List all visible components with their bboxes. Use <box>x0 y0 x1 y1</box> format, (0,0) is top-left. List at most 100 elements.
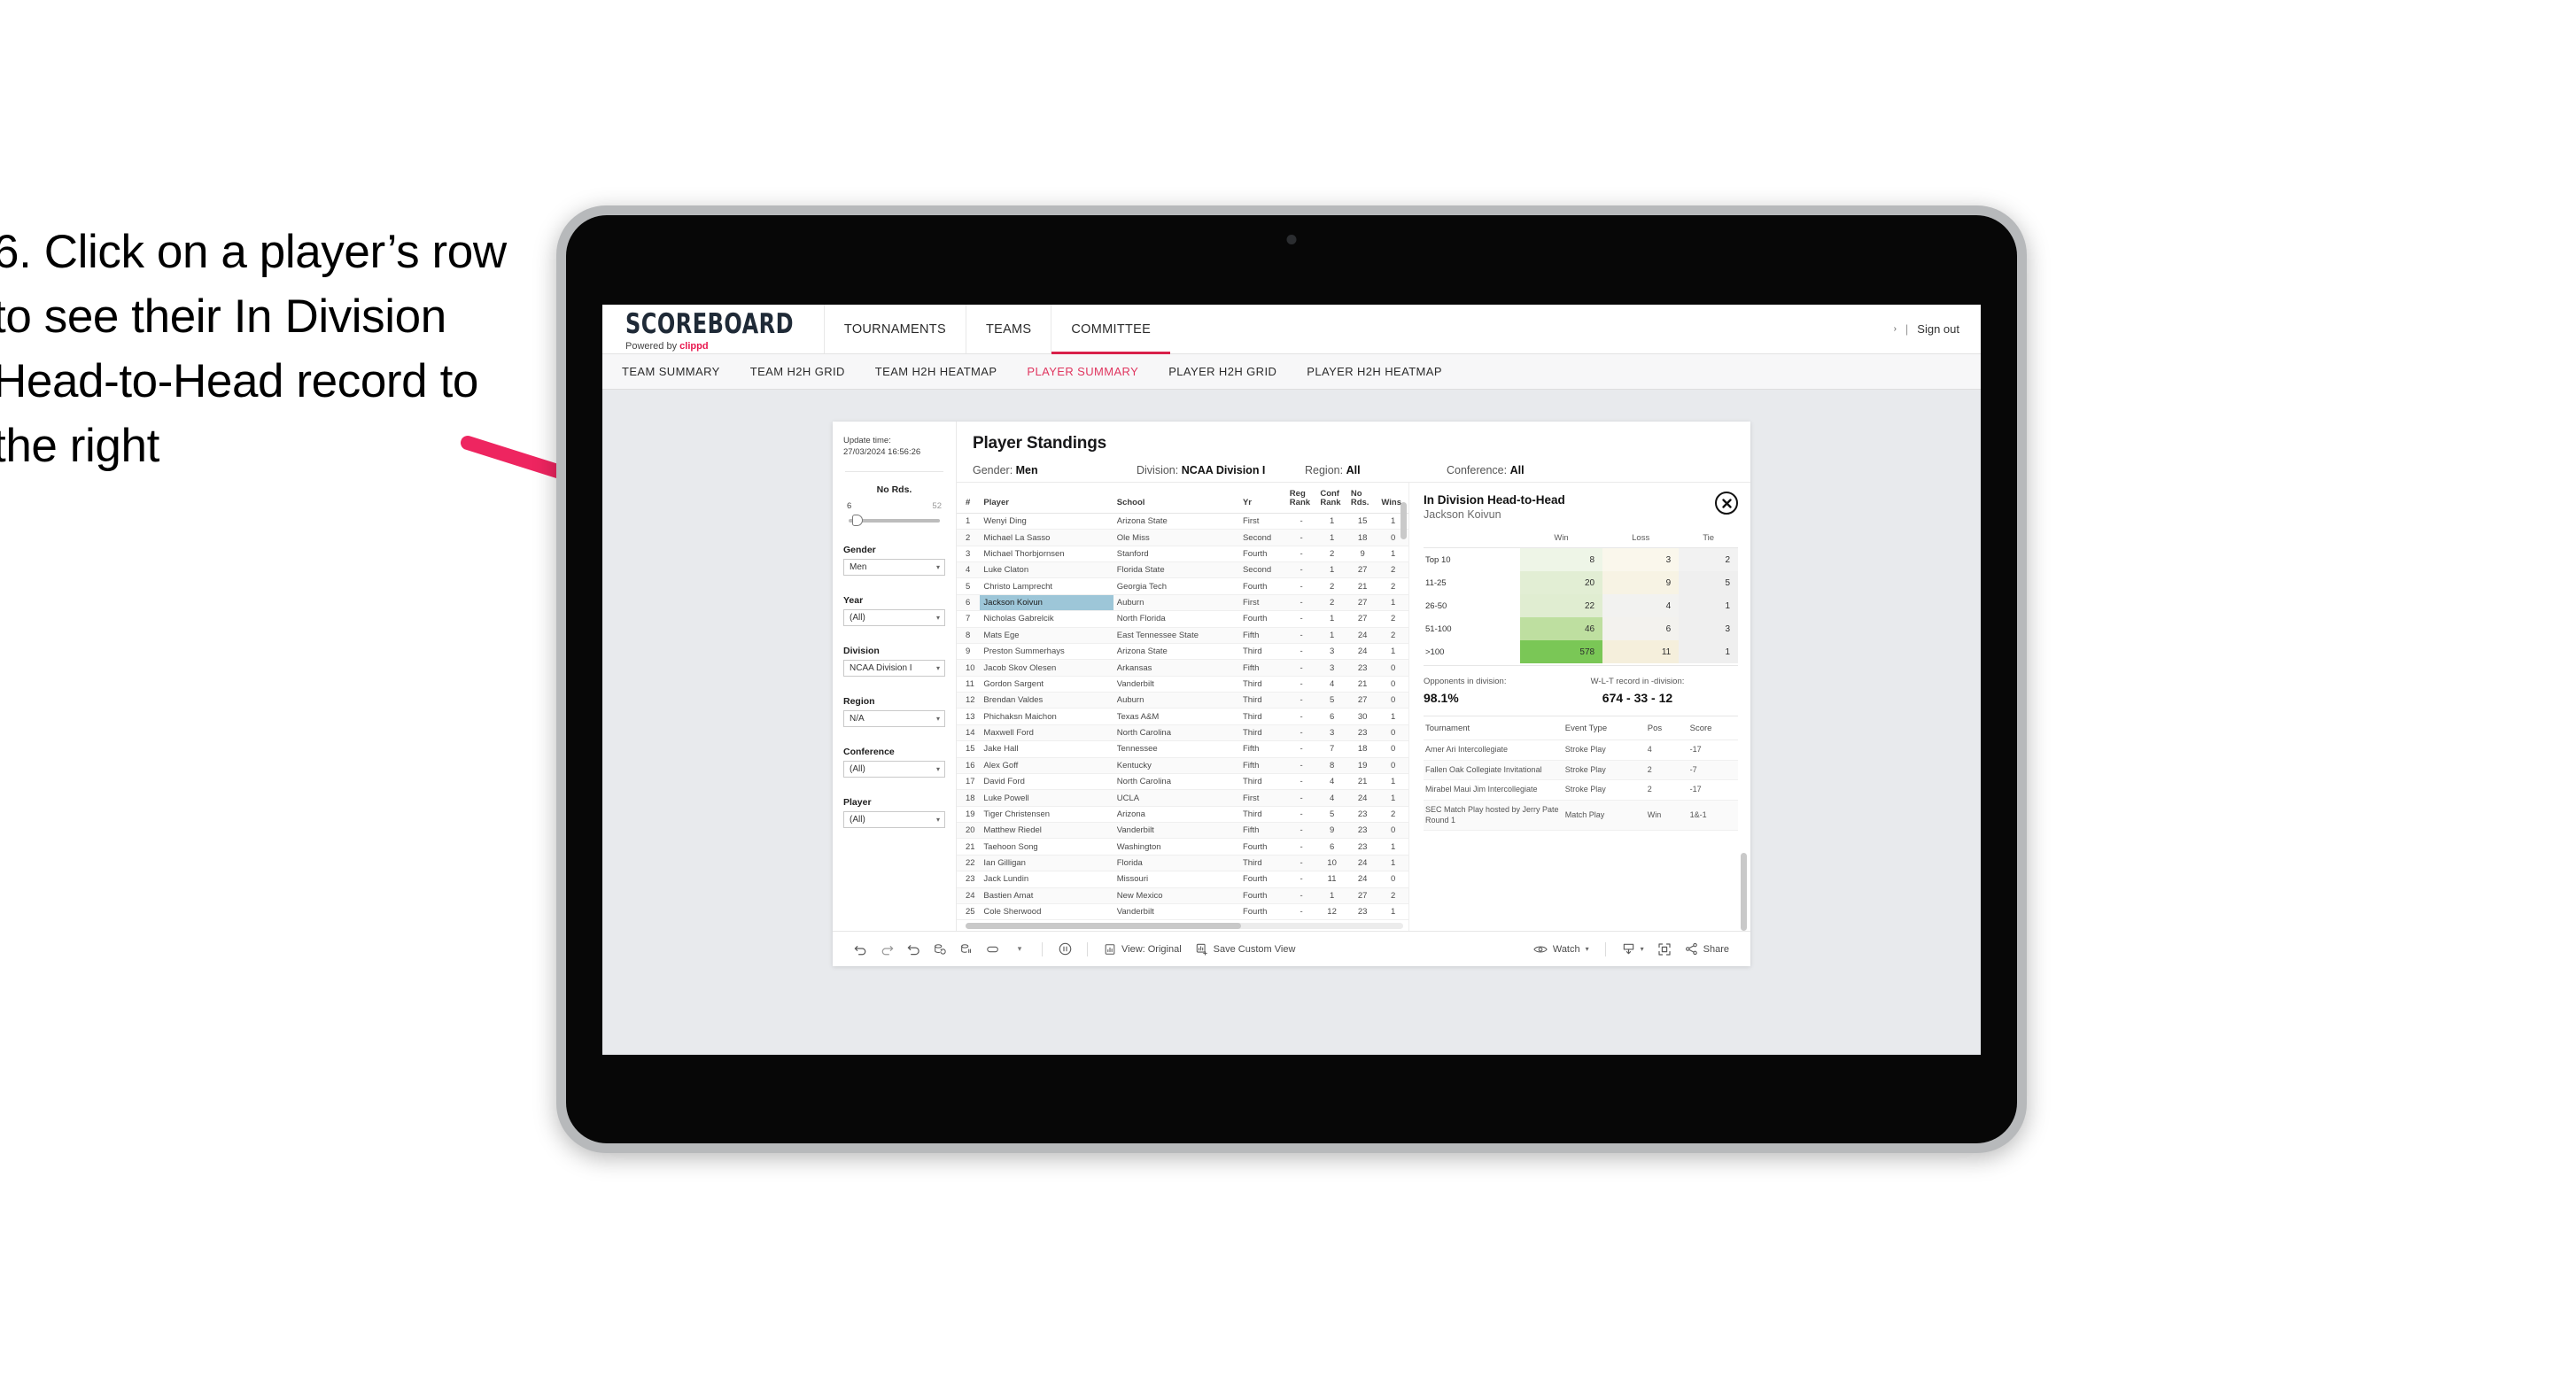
opponents-stat: Opponents in division: 98.1% <box>1424 677 1537 705</box>
table-row[interactable]: 24 Bastien Amat New Mexico Fourth -1 27 2 <box>957 887 1408 904</box>
pause-data-icon[interactable] <box>953 938 980 961</box>
cell-conf-rank: 2 <box>1316 577 1347 595</box>
table-row[interactable]: 13 Phichaksn Maichon Texas A&M Third -6 30 1 <box>957 708 1408 725</box>
table-row[interactable]: 10 Jacob Skov Olesen Arkansas Fifth -3 23 0 <box>957 659 1408 677</box>
redo-icon[interactable] <box>873 938 900 961</box>
table-row[interactable]: 15 Jake Hall Tennessee Fifth -7 18 0 <box>957 740 1408 758</box>
refresh-data-icon[interactable] <box>927 938 953 961</box>
cell-reg-rank: - <box>1285 692 1317 709</box>
filter-conference-select[interactable]: (All) ▾ <box>843 760 945 778</box>
cell-school: Georgia Tech <box>1113 577 1239 595</box>
filter-division-select[interactable]: NCAA Division I ▾ <box>843 659 945 677</box>
caret-glyph: ▾ <box>1017 944 1022 954</box>
table-row[interactable]: 12 Brendan Valdes Auburn Third -5 27 0 <box>957 692 1408 709</box>
subtab-team-h2h-grid[interactable]: TEAM H2H GRID <box>750 365 845 378</box>
watch-button[interactable]: Watch ▾ <box>1526 944 1596 955</box>
revert-icon[interactable] <box>900 938 927 961</box>
table-row[interactable]: 11 Gordon Sargent Vanderbilt Third -4 21 0 <box>957 676 1408 693</box>
table-row[interactable]: 18 Luke Powell UCLA First -4 24 1 <box>957 789 1408 807</box>
subtab-player-summary[interactable]: PLAYER SUMMARY <box>1027 365 1138 378</box>
col-pos[interactable]: Pos <box>1645 716 1688 740</box>
chevron-down-icon: ▾ <box>935 613 940 622</box>
table-row[interactable]: 4 Luke Claton Florida State Second -1 27 2 <box>957 561 1408 579</box>
table-row[interactable]: 25 Cole Sherwood Vanderbilt Fourth -12 23 1 <box>957 903 1408 921</box>
cell-player: Cole Sherwood <box>980 903 1113 921</box>
col-yr[interactable]: Yr <box>1238 486 1286 514</box>
expand-chevron-icon[interactable]: › <box>1894 324 1897 334</box>
col-player[interactable]: Player <box>980 486 1113 514</box>
table-row[interactable]: 9 Preston Summerhays Arizona State Third -3 2… <box>957 643 1408 661</box>
tournament-scrollbar[interactable] <box>1741 853 1747 932</box>
pill-shape-icon[interactable] <box>980 938 1006 961</box>
table-row[interactable]: 21 Taehoon Song Washington Fourth -6 23 1 <box>957 838 1408 856</box>
standings-horizontal-scrollbar[interactable] <box>966 923 1403 930</box>
standings-vertical-scrollbar[interactable] <box>1401 502 1407 539</box>
cell-conf-rank: 3 <box>1316 659 1347 677</box>
cell-player: Ian Gilligan <box>980 855 1113 872</box>
filter-conference-value: (All) <box>850 763 865 774</box>
toolbar-dropdown-caret-icon[interactable]: ▾ <box>1006 938 1033 961</box>
cell-reg-rank: - <box>1285 822 1317 840</box>
download-button[interactable]: ▾ <box>1615 942 1651 956</box>
col-no-rds[interactable]: No Rds. <box>1346 486 1378 514</box>
subtab-player-h2h-grid[interactable]: PLAYER H2H GRID <box>1168 365 1276 378</box>
table-row[interactable]: 14 Maxwell Ford North Carolina Third -3 23 0 <box>957 724 1408 742</box>
save-custom-view-button[interactable]: Save Custom View <box>1189 943 1303 956</box>
cell-rank: 16 <box>957 757 981 774</box>
cell-reg-rank: - <box>1285 740 1317 758</box>
nav-tab-committee[interactable]: COMMITTEE <box>1051 305 1170 354</box>
nav-tab-teams[interactable]: TEAMS <box>965 305 1051 353</box>
tournament-row[interactable]: Mirabel Maui Jim Intercollegiate Stroke P… <box>1424 779 1738 801</box>
fullscreen-icon[interactable] <box>1651 938 1678 961</box>
nav-tab-tournaments[interactable]: TOURNAMENTS <box>823 305 966 353</box>
cell-wins: 1 <box>1377 903 1408 921</box>
subtab-player-h2h-heatmap[interactable]: PLAYER H2H HEATMAP <box>1307 365 1442 378</box>
filter-player-select[interactable]: (All) ▾ <box>843 810 945 828</box>
col-school[interactable]: School <box>1113 486 1239 514</box>
context-conference-label: Conference: <box>1447 464 1510 476</box>
opponents-label: Opponents in division: <box>1424 677 1507 686</box>
table-row[interactable]: 19 Tiger Christensen Arizona Third -5 23 2 <box>957 806 1408 824</box>
col-conf-rank[interactable]: Conf Rank <box>1316 486 1347 514</box>
close-icon[interactable] <box>1715 492 1738 515</box>
filter-gender-select[interactable]: Men ▾ <box>843 558 945 576</box>
table-row[interactable]: 8 Mats Ege East Tennessee State Fifth -1 24 2 <box>957 627 1408 644</box>
table-row[interactable]: 7 Nicholas Gabrelcik North Florida Fourth -1… <box>957 610 1408 628</box>
pause-auto-update-icon[interactable] <box>1051 938 1078 961</box>
filter-year-select[interactable]: (All) ▾ <box>843 608 945 626</box>
cell-school: Missouri <box>1113 871 1239 888</box>
col-event-type[interactable]: Event Type <box>1563 716 1646 740</box>
cell-yr: Fifth <box>1238 740 1286 758</box>
col-tournament[interactable]: Tournament <box>1424 716 1563 740</box>
sign-out-link[interactable]: Sign out <box>1917 322 1959 336</box>
table-row[interactable]: 23 Jack Lundin Missouri Fourth -11 24 0 <box>957 871 1408 888</box>
filter-region-select[interactable]: N/A ▾ <box>843 709 945 727</box>
table-row[interactable]: 3 Michael Thorbjornsen Stanford Fourth -2 9 1 <box>957 546 1408 563</box>
slider-handle[interactable] <box>852 514 863 526</box>
cell-wins: 2 <box>1377 806 1408 824</box>
subtab-team-h2h-heatmap[interactable]: TEAM H2H HEATMAP <box>875 365 997 378</box>
table-row[interactable]: 2 Michael La Sasso Ole Miss Second -1 18 0 <box>957 529 1408 546</box>
table-row[interactable]: 22 Ian Gilligan Florida Third -10 24 1 <box>957 855 1408 872</box>
scrollbar-thumb[interactable] <box>966 923 1242 930</box>
table-row[interactable]: 20 Matthew Riedel Vanderbilt Fifth -9 23 0 <box>957 822 1408 840</box>
table-row[interactable]: 5 Christo Lamprecht Georgia Tech Fourth -2 21… <box>957 577 1408 595</box>
cell-conf-rank: 9 <box>1316 822 1347 840</box>
tournament-row[interactable]: Fallen Oak Collegiate Invitational Stroke… <box>1424 760 1738 781</box>
col-score[interactable]: Score <box>1688 716 1738 740</box>
tournament-row[interactable]: Amer Ari Intercollegiate Stroke Play 4 -17 <box>1424 739 1738 761</box>
brand-logo[interactable]: SCOREBOARD Powered by clippd <box>602 305 824 353</box>
table-row[interactable]: 6 Jackson Koivun Auburn First -2 27 1 <box>957 594 1408 612</box>
no-rounds-slider[interactable] <box>849 514 940 526</box>
col-rank[interactable]: # <box>957 486 981 514</box>
table-row[interactable]: 1 Wenyi Ding Arizona State First -1 15 1 <box>957 513 1408 530</box>
undo-icon[interactable] <box>847 938 873 961</box>
table-row[interactable]: 16 Alex Goff Kentucky Fifth -8 19 0 <box>957 757 1408 774</box>
share-button[interactable]: Share <box>1678 942 1736 956</box>
view-original-button[interactable]: View: Original <box>1097 943 1189 956</box>
table-row[interactable]: 17 David Ford North Carolina Third -4 21 1 <box>957 773 1408 791</box>
cell-pos: 2 <box>1645 760 1688 781</box>
subtab-team-summary[interactable]: TEAM SUMMARY <box>622 365 720 378</box>
col-reg-rank[interactable]: Reg Rank <box>1285 486 1317 514</box>
tournament-row[interactable]: SEC Match Play hosted by Jerry Pate Roun… <box>1424 800 1738 832</box>
